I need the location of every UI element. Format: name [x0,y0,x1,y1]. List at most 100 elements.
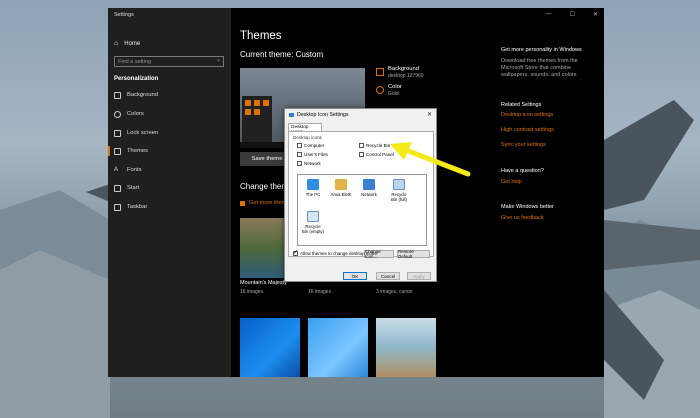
taskbar-icon [114,203,121,211]
desktop-icon [289,113,294,117]
highlight-arrow [390,142,471,177]
theme-tile-label: Mountain's Majesty [240,280,287,286]
cancel-button[interactable]: Cancel [376,272,400,280]
search-icon: ⌕ [216,58,220,64]
sidebar-item-label: Background [127,92,158,98]
theme-tile-beach[interactable] [376,318,436,377]
store-heading: Get more personality in Windows [501,47,582,53]
sidebar-item-taskbar[interactable]: Taskbar [108,200,231,214]
color-prop-icon [376,86,384,94]
this-pc-icon-item[interactable]: The PC [302,179,324,197]
apply-button[interactable]: Apply [407,272,431,280]
desktop-icon-settings-dialog: Desktop Icon Settings ✕ Desktop Icons De… [284,108,437,282]
recycle-bin-full-icon-item[interactable]: Recycle Bin (full) [388,179,410,202]
sync-settings-link[interactable]: Sync your settings [501,142,546,148]
sidebar-section-title: Personalization [114,76,159,82]
restore-default-button[interactable]: Restore Default [397,249,430,259]
network-icon [363,179,375,190]
feedback-heading: Make Windows better [501,204,554,210]
theme-tile-sub: 3 images, cursor [376,289,413,295]
icon-label: Recycle Bin (empty) [302,224,324,234]
checkbox-box [359,152,364,157]
palette-icon [114,110,121,118]
desktop-icons-group-label: Desktop icons [293,135,322,140]
close-button[interactable]: ✕ [593,11,598,18]
icon-label: Network [361,192,377,197]
sidebar-item-start[interactable]: Start [108,181,231,195]
home-icon: ⌂ [114,40,119,47]
checkbox-label: Computer [304,143,325,148]
sidebar-item-label: Start [127,185,140,191]
sidebar-home[interactable]: ⌂ Home [114,40,140,47]
users-files-checkbox[interactable]: User's Files [297,152,328,157]
page-title: Themes [240,30,282,42]
window-title: Settings [114,12,134,18]
ok-button[interactable]: OK [343,272,367,280]
recycle-bin-empty-icon-item[interactable]: Recycle Bin (empty) [302,211,324,234]
sidebar-home-label: Home [124,40,141,47]
dialog-titlebar: Desktop Icon Settings [289,112,349,118]
maximize-button[interactable]: ☐ [570,11,575,18]
color-label: Color [388,84,402,90]
background-label: Background [388,66,419,72]
theme-tile-windows-light[interactable] [308,318,368,377]
checkbox-label: Network [304,161,321,166]
themes-icon [114,147,121,155]
computer-checkbox[interactable]: Computer [297,143,324,148]
sidebar-item-label: Fonts [127,167,142,173]
window-controls: — ☐ ✕ [546,11,598,18]
allow-themes-label: Allow themes to change desktop icons [300,251,377,256]
checkbox-box-checked [293,249,298,256]
checkbox-box [297,143,302,148]
preview-start-menu [242,96,272,142]
checkbox-label: User's Files [304,152,328,157]
dialog-close-button[interactable]: ✕ [427,111,432,118]
allow-themes-checkbox[interactable]: Allow themes to change desktop icons [293,249,377,256]
checkbox-box [297,161,302,166]
settings-sidebar: Settings ⌂ Home Find a setting ⌕ Persona… [108,8,231,377]
search-input[interactable]: Find a setting ⌕ [114,56,224,67]
network-checkbox[interactable]: Network [297,161,321,166]
feedback-link[interactable]: Give us feedback [501,215,544,221]
theme-tile-windows-blue[interactable] [240,318,300,377]
color-setting[interactable]: Color Gold [388,84,402,97]
search-placeholder: Find a setting [118,58,152,65]
high-contrast-link[interactable]: High contrast settings [501,127,554,133]
sidebar-item-colors[interactable]: Colors [108,107,231,121]
sidebar-item-themes[interactable]: Themes [108,144,231,158]
lock-screen-icon [114,129,121,137]
desktop-icons-list[interactable]: The PC Ahsa Eleth Network Recycle Bin (f… [297,174,427,246]
network-icon-item[interactable]: Network [358,179,380,197]
question-heading: Have a question? [501,168,544,174]
checkbox-box [297,152,302,157]
sidebar-item-lock-screen[interactable]: Lock screen [108,126,231,140]
related-settings-heading: Related Settings [501,102,542,108]
sidebar-item-fonts[interactable]: A Fonts [108,163,231,177]
recycle-bin-full-icon [393,179,405,190]
jet-wing-left-decoration [86,184,110,202]
get-help-link[interactable]: Get help [501,179,522,185]
jet-right-decoration [604,100,700,400]
theme-tile-mountains[interactable] [240,218,287,278]
icon-label: The PC [305,192,321,197]
computer-icon [307,179,319,190]
recycle-bin-checkbox[interactable]: Recycle Bin [359,143,390,148]
theme-tile-sub: 16 images [240,289,264,295]
current-theme-heading: Current theme: Custom [240,50,324,59]
desktop-icon-settings-link[interactable]: Desktop icon settings [501,112,553,118]
store-icon [240,200,245,206]
image-icon [114,91,121,99]
start-icon [114,184,121,192]
user-folder-icon-item[interactable]: Ahsa Eleth [330,179,352,197]
background-value: desktop 127960 [388,73,424,79]
fonts-icon: A [114,167,119,173]
store-description: Download free themes from the Microsoft … [501,58,578,78]
sidebar-item-background[interactable]: Background [108,88,231,102]
theme-tile-sub: 16 images [308,289,332,295]
user-icon [335,179,347,190]
recycle-bin-empty-icon [307,211,319,222]
minimize-button[interactable]: — [546,11,552,18]
dialog-title: Desktop Icon Settings [297,112,349,118]
background-setting[interactable]: Background desktop 127960 [388,66,424,79]
checkbox-label: Recycle Bin [366,143,391,148]
